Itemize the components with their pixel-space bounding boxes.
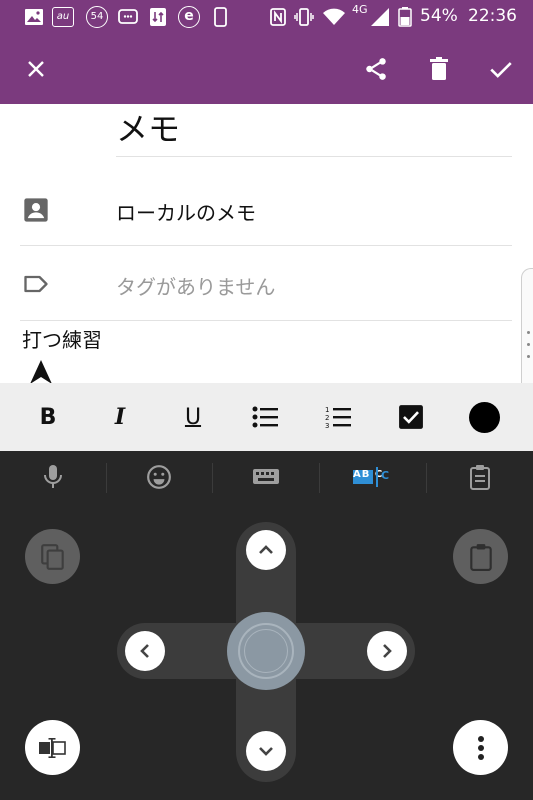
number-badge: 54 xyxy=(86,6,108,28)
wifi-icon xyxy=(323,8,345,25)
e-notification-icon: e xyxy=(178,6,200,28)
cursor-right-button[interactable] xyxy=(367,631,407,671)
paste-button[interactable] xyxy=(453,529,508,584)
text-select-icon xyxy=(38,737,66,758)
select-mode-button[interactable] xyxy=(25,720,80,775)
voice-input-tab[interactable] xyxy=(0,451,106,503)
battery-icon xyxy=(398,7,412,27)
copy-button[interactable] xyxy=(25,529,80,584)
chevron-right-icon xyxy=(383,644,392,658)
phone-notification-icon xyxy=(214,7,227,27)
chevron-up-icon xyxy=(259,545,273,554)
nfc-icon xyxy=(270,8,286,26)
gallery-notification-icon xyxy=(25,9,43,25)
more-options-button[interactable] xyxy=(453,720,508,775)
status-bar: au 54 e 4G 54% 22:36 xyxy=(0,0,533,34)
mic-icon xyxy=(44,465,62,488)
bold-button[interactable]: B xyxy=(28,397,68,437)
text-color-swatch-icon xyxy=(468,401,500,433)
clipboard-icon xyxy=(470,465,490,490)
formatting-toolbar: B I U 1 2 3 xyxy=(0,383,533,451)
numbered-list-button[interactable]: 1 2 3 xyxy=(318,397,358,437)
close-button[interactable] xyxy=(8,34,64,104)
share-icon xyxy=(366,58,386,80)
text-cursor-handle-icon[interactable] xyxy=(30,360,52,384)
title-divider xyxy=(116,156,512,157)
copy-icon xyxy=(40,543,64,570)
carrier-badge: au xyxy=(52,7,74,27)
more-vert-icon xyxy=(477,735,484,760)
tags-divider xyxy=(20,320,512,321)
share-button[interactable] xyxy=(348,34,404,104)
chevron-down-icon xyxy=(259,747,273,756)
select-knob-ring-icon xyxy=(238,623,294,679)
delete-button[interactable] xyxy=(411,34,467,104)
note-body-input[interactable]: 打つ練習 xyxy=(22,324,102,353)
svg-text:3: 3 xyxy=(325,422,329,428)
cursor-up-button[interactable] xyxy=(246,530,286,570)
italic-button[interactable]: I xyxy=(100,397,140,437)
keyboard-icon xyxy=(253,469,279,484)
emoji-tab[interactable] xyxy=(106,451,212,503)
bulleted-list-button[interactable] xyxy=(245,397,285,437)
delete-icon xyxy=(430,57,448,80)
svg-text:2: 2 xyxy=(325,414,329,422)
app-bar xyxy=(0,34,533,104)
account-label[interactable]: ローカルのメモ xyxy=(116,197,256,226)
note-title-input[interactable]: メモ xyxy=(116,104,180,150)
paste-icon xyxy=(469,543,492,571)
checkbox-icon xyxy=(399,405,423,429)
text-editing-tab[interactable]: AB C C xyxy=(320,451,426,503)
cursor-left-button[interactable] xyxy=(125,631,165,671)
network-type: 4G xyxy=(352,3,368,16)
bulleted-list-icon xyxy=(252,406,278,428)
numbered-list-icon: 1 2 3 xyxy=(325,406,351,428)
svg-text:1: 1 xyxy=(325,406,329,414)
tag-icon xyxy=(24,275,48,293)
emoji-icon xyxy=(147,465,171,489)
select-knob[interactable] xyxy=(227,612,305,690)
checkbox-button[interactable] xyxy=(391,397,431,437)
keyboard-tab[interactable] xyxy=(213,451,319,503)
chevron-left-icon xyxy=(140,644,149,658)
keyboard-panel: AB C C xyxy=(0,451,533,800)
edge-panel-handle[interactable] xyxy=(521,268,533,400)
transfer-notification-icon xyxy=(150,8,166,26)
check-icon xyxy=(490,62,512,78)
cell-signal-icon xyxy=(371,8,389,26)
account-icon xyxy=(24,198,48,222)
vibrate-icon xyxy=(294,8,314,26)
tags-field[interactable]: タグがありません xyxy=(116,271,275,300)
account-divider xyxy=(20,245,512,246)
chat-notification-icon xyxy=(118,9,138,24)
cursor-down-button[interactable] xyxy=(246,731,286,771)
text-editing-icon: AB C C xyxy=(353,467,393,487)
close-icon xyxy=(28,61,44,77)
text-color-button[interactable] xyxy=(464,397,504,437)
clipboard-tab[interactable] xyxy=(427,451,533,503)
done-button[interactable] xyxy=(473,34,529,104)
underline-button[interactable]: U xyxy=(173,397,213,437)
battery-percent: 54% xyxy=(420,6,458,26)
clock: 22:36 xyxy=(468,6,517,26)
